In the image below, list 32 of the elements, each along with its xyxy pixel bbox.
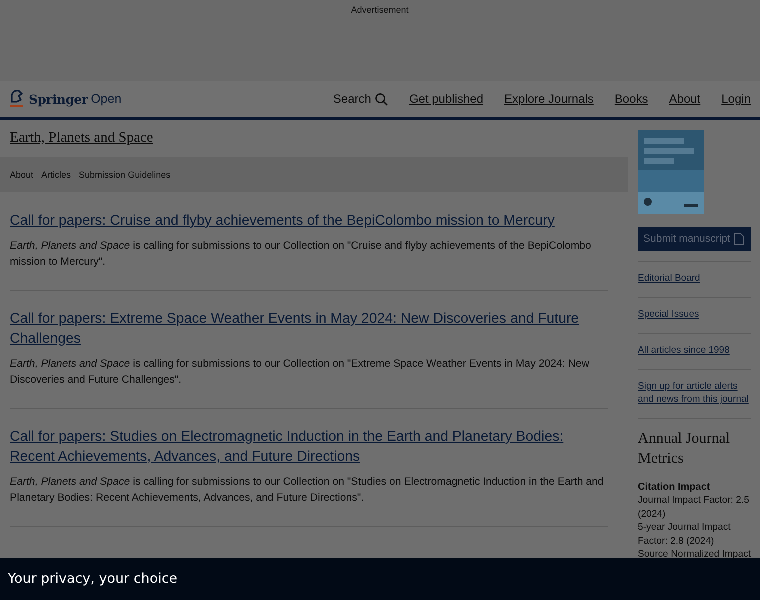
document-icon — [734, 232, 746, 246]
article-title-link[interactable]: Call for papers: Studies on Electromagnetic Induction in the Earth and Planetary Bodies: Recent Achievements, Advances, and Future Directions — [10, 427, 608, 467]
article-summary: Earth, Planets and Space is calling for submissions to our Collection on "Extreme Space Weather Events in May 2024: New Discoveries and Future Challenges". — [10, 357, 590, 388]
sidebar-link[interactable]: Editorial Board — [638, 272, 700, 285]
metrics-subheading: Citation Impact — [638, 481, 712, 494]
nav-link[interactable]: Get published — [409, 92, 484, 106]
advertisement-label: Advertisement — [351, 5, 409, 15]
journal-nav-link[interactable]: Submission Guidelines — [79, 170, 171, 180]
horse-icon — [9, 89, 25, 109]
metrics-heading: Annual Journal Metrics — [638, 418, 751, 469]
article-title-link[interactable]: Call for papers: Cruise and flyby achievements of the BepiColombo mission to Mercury — [10, 211, 608, 231]
nav-link[interactable]: Explore Journals — [504, 92, 594, 106]
metric-text: Source Normalized Impact — [638, 548, 752, 562]
search-icon — [375, 92, 388, 106]
article-summary: Earth, Planets and Space is calling for submissions to our Collection on "Studies on Electromagnetic Induction in the Earth and Planetary Bodies: Recent Achievements, Advances, and Future Directions". — [10, 475, 605, 506]
search-button[interactable]: Search — [333, 92, 388, 106]
sidebar-link[interactable]: Sign up for article alerts and news from this journal — [638, 380, 751, 406]
submit-manuscript-button[interactable]: Submit manuscript — [638, 227, 751, 251]
journal-title-link[interactable]: Earth, Planets and Space — [10, 130, 154, 147]
journal-nav-link[interactable]: Articles — [42, 170, 72, 180]
springer-open-logo[interactable]: Springer Open — [9, 89, 122, 109]
metric-text: Journal Impact Factor: 2.5 (2024) — [638, 494, 750, 521]
nav-link[interactable]: About — [669, 92, 701, 106]
nav-link[interactable]: Books — [614, 92, 648, 106]
journal-nav-link[interactable]: About — [10, 170, 34, 180]
article-summary: Earth, Planets and Space is calling for submissions to our Collection on "Cruise and flyby achievements of the BepiColombo mission to Mercury". — [10, 239, 592, 270]
privacy-title: Your privacy, your choice — [8, 571, 178, 587]
sidebar-link[interactable]: Special Issues — [638, 308, 700, 321]
article-title-link[interactable]: Call for papers: Extreme Space Weather Events in May 2024: New Discoveries and Future Challenges — [10, 309, 608, 349]
metric-text: 5-year Journal Impact Factor: 2.8 (2024) — [638, 521, 732, 548]
nav-link[interactable]: Login — [722, 92, 751, 106]
sidebar-link[interactable]: All articles since 1998 — [638, 344, 730, 357]
